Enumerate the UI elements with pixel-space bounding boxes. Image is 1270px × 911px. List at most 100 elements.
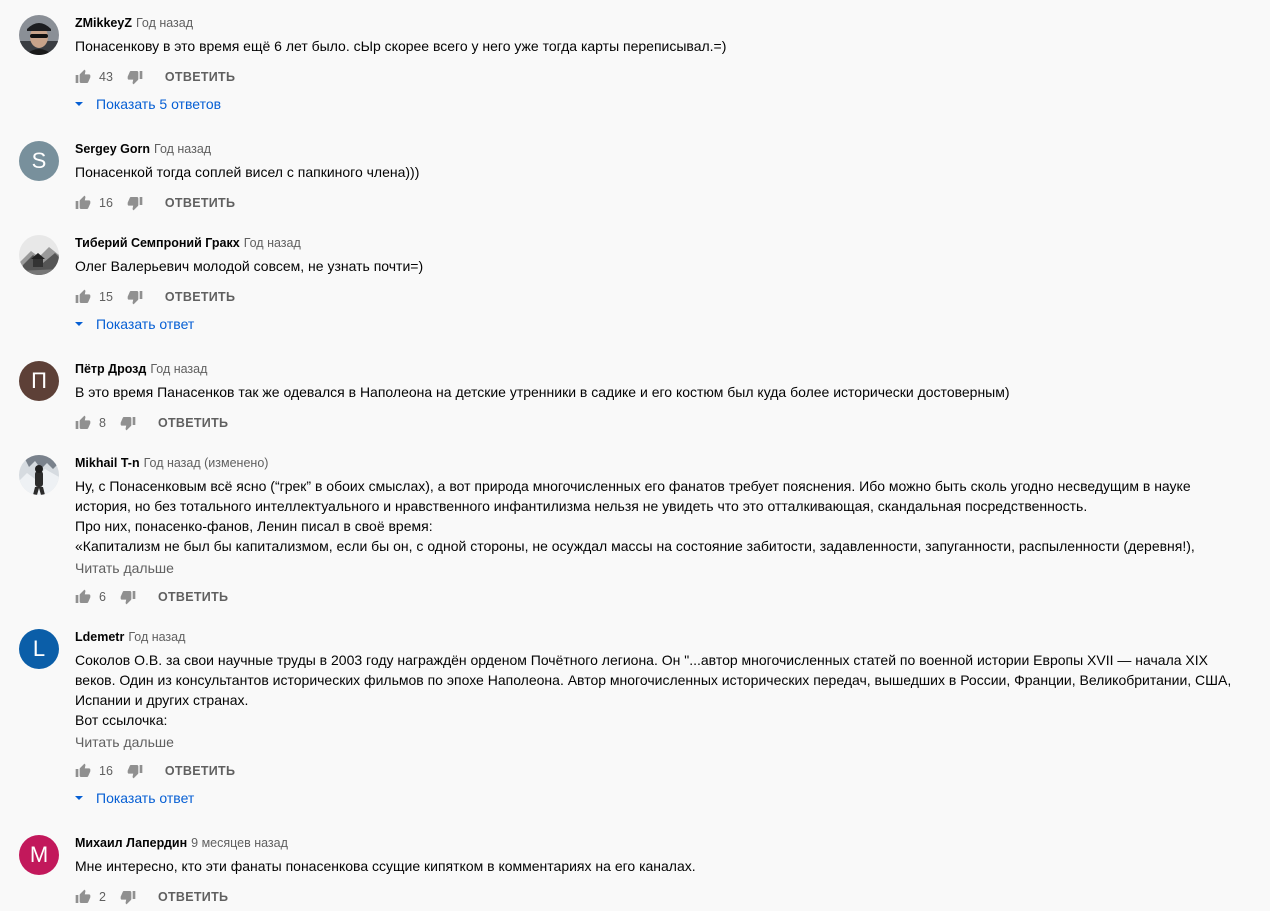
author-name[interactable]: Ldemetr [75, 630, 124, 644]
like-count: 15 [99, 290, 113, 304]
comment-time[interactable]: Год назад (изменено) [144, 456, 269, 470]
comment-text-line: Испании и других странах. [75, 692, 249, 708]
author-name[interactable]: Mikhail T-n [75, 456, 140, 470]
comment-text-line: история, но без тотального интеллектуаль… [75, 498, 1088, 514]
caret-down-icon [75, 796, 83, 800]
reply-button[interactable]: ОТВЕТИТЬ [165, 761, 235, 781]
reply-button[interactable]: ОТВЕТИТЬ [165, 287, 235, 307]
show-replies-label: Показать ответ [96, 790, 195, 806]
comment-header: ZMikkeyZ Год назад [75, 14, 193, 32]
comment-time[interactable]: Год назад [154, 142, 211, 156]
reply-button[interactable]: ОТВЕТИТЬ [158, 887, 228, 907]
author-avatar[interactable] [19, 235, 59, 275]
dislike-icon[interactable] [127, 195, 143, 211]
comment-time[interactable]: Год назад [244, 236, 301, 250]
avatar-sketch-icon [19, 235, 59, 275]
like-count: 6 [99, 590, 106, 604]
comment-header: Ldemetr Год назад [75, 628, 185, 646]
reply-button[interactable]: ОТВЕТИТЬ [165, 193, 235, 213]
like-icon[interactable] [75, 415, 91, 431]
comment-text: Олег Валерьевич молодой совсем, не узнат… [75, 256, 1265, 276]
caret-down-icon [75, 322, 83, 326]
avatar-winter-icon [19, 455, 59, 495]
author-name[interactable]: Sergey Gorn [75, 142, 150, 156]
read-more-button[interactable]: Читать дальше [75, 558, 174, 578]
like-count: 2 [99, 890, 106, 904]
show-replies-label: Показать ответ [96, 316, 195, 332]
like-icon[interactable] [75, 889, 91, 905]
comment-header: Mikhail T-n Год назад (изменено) [75, 454, 268, 472]
comment-text: Понасенкову в это время ещё 6 лет было. … [75, 36, 1265, 56]
comment-text-line: Вот ссылочка: [75, 712, 168, 728]
comment-actions: 43 ОТВЕТИТЬ [75, 67, 235, 87]
dislike-icon[interactable] [127, 763, 143, 779]
avatar-photo-icon [19, 15, 59, 55]
dislike-icon[interactable] [120, 589, 136, 605]
comment-text-line: Олег Валерьевич молодой совсем, не узнат… [75, 258, 424, 274]
author-avatar[interactable] [19, 455, 59, 495]
comment-text: Мне интересно, кто эти фанаты понасенков… [75, 856, 1265, 876]
comment-header: Тиберий Семпроний Гракх Год назад [75, 234, 301, 252]
comment-time[interactable]: Год назад [128, 630, 185, 644]
comment-text: Понасенкой тогда соплей висел с папкиног… [75, 162, 1265, 182]
comment-text: Ну, с Понасенковым всё ясно (“грек” в об… [75, 476, 1265, 556]
comment-text-line: В это время Панасенков так же одевался в… [75, 384, 1010, 400]
comment-text: Соколов О.В. за свои научные труды в 200… [75, 650, 1265, 730]
comment-actions: 15 ОТВЕТИТЬ [75, 287, 235, 307]
comment-actions: 16 ОТВЕТИТЬ [75, 193, 235, 213]
author-name[interactable]: Тиберий Семпроний Гракх [75, 236, 240, 250]
comment-text-line: веков. Один из консультантов исторически… [75, 672, 1232, 688]
author-name[interactable]: Михаил Лапердин [75, 836, 187, 850]
like-icon[interactable] [75, 763, 91, 779]
comment-text-line: «Капитализм не был бы капитализмом, если… [75, 538, 1195, 554]
like-icon[interactable] [75, 589, 91, 605]
like-icon[interactable] [75, 69, 91, 85]
comment-actions: 8 ОТВЕТИТЬ [75, 413, 228, 433]
author-name[interactable]: Пётр Дрозд [75, 362, 146, 376]
comment-header: Sergey Gorn Год назад [75, 140, 211, 158]
comment-time[interactable]: Год назад [150, 362, 207, 376]
comment-text-line: Про них, понасенко-фанов, Ленин писал в … [75, 518, 433, 534]
dislike-icon[interactable] [127, 69, 143, 85]
like-icon[interactable] [75, 195, 91, 211]
comment-text: В это время Панасенков так же одевался в… [75, 382, 1265, 402]
dislike-icon[interactable] [120, 889, 136, 905]
comment-actions: 16 ОТВЕТИТЬ [75, 761, 235, 781]
comment-time[interactable]: Год назад [136, 16, 193, 30]
comment-actions: 2 ОТВЕТИТЬ [75, 887, 228, 907]
avatar-letter: L [32, 636, 46, 661]
like-count: 43 [99, 70, 113, 84]
like-count: 8 [99, 416, 106, 430]
author-avatar[interactable]: S [19, 141, 59, 181]
comment-header: Михаил Лапердин 9 месяцев назад [75, 834, 288, 852]
comment-header: Пётр Дрозд Год назад [75, 360, 207, 378]
author-avatar[interactable]: П [19, 361, 59, 401]
author-avatar[interactable]: M [19, 835, 59, 875]
comment-text-line: Понасенкову в это время ещё 6 лет было. … [75, 38, 727, 54]
comment-text-line: Понасенкой тогда соплей висел с папкиног… [75, 164, 420, 180]
author-name[interactable]: ZMikkeyZ [75, 16, 132, 30]
dislike-icon[interactable] [127, 289, 143, 305]
show-replies-button[interactable]: Показать ответ [74, 788, 194, 808]
comment-text-line: Ну, с Понасенковым всё ясно (“грек” в об… [75, 478, 1191, 494]
caret-down-icon [75, 102, 83, 106]
comment-text-line: Мне интересно, кто эти фанаты понасенков… [75, 858, 696, 874]
author-avatar[interactable] [19, 15, 59, 55]
like-icon[interactable] [75, 289, 91, 305]
comment-text-line: Соколов О.В. за свои научные труды в 200… [75, 652, 1208, 668]
dislike-icon[interactable] [120, 415, 136, 431]
avatar-letter: M [29, 842, 49, 867]
like-count: 16 [99, 764, 113, 778]
reply-button[interactable]: ОТВЕТИТЬ [158, 413, 228, 433]
avatar-letter: П [31, 368, 47, 393]
comment-actions: 6 ОТВЕТИТЬ [75, 587, 228, 607]
read-more-button[interactable]: Читать дальше [75, 732, 174, 752]
author-avatar[interactable]: L [19, 629, 59, 669]
reply-button[interactable]: ОТВЕТИТЬ [158, 587, 228, 607]
show-replies-button[interactable]: Показать 5 ответов [74, 94, 221, 114]
like-count: 16 [99, 196, 113, 210]
comment-time[interactable]: 9 месяцев назад [191, 836, 288, 850]
show-replies-button[interactable]: Показать ответ [74, 314, 194, 334]
reply-button[interactable]: ОТВЕТИТЬ [165, 67, 235, 87]
avatar-letter: S [31, 148, 47, 173]
